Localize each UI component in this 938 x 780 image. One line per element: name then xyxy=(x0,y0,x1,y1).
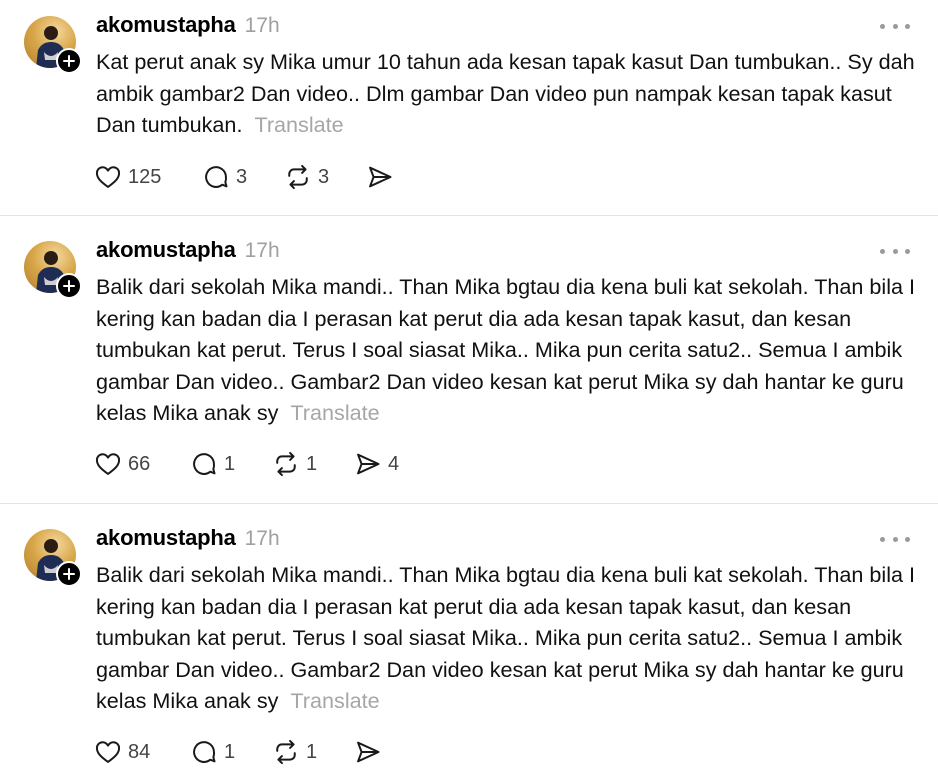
repost-count: 1 xyxy=(306,740,318,763)
post-body: Balik dari sekolah Mika mandi.. Than Mik… xyxy=(96,562,916,713)
post-text: Balik dari sekolah Mika mandi.. Than Mik… xyxy=(96,559,926,717)
heart-icon xyxy=(95,453,121,475)
repost-button[interactable]: 3 xyxy=(284,160,366,194)
username[interactable]: akomustapha xyxy=(96,525,236,551)
action-bar: 125 3 3 xyxy=(94,160,426,194)
translate-link[interactable]: Translate xyxy=(254,112,343,137)
timestamp[interactable]: 17h xyxy=(245,239,280,263)
like-button[interactable]: 84 xyxy=(94,735,190,769)
send-icon xyxy=(357,453,380,475)
more-icon[interactable] xyxy=(880,16,910,36)
like-count: 66 xyxy=(128,452,151,475)
comment-icon xyxy=(193,453,216,475)
follow-button[interactable] xyxy=(56,561,82,587)
comment-icon xyxy=(193,741,216,763)
post-header: akomustapha 17h xyxy=(96,12,280,40)
avatar-container[interactable] xyxy=(24,16,82,74)
post-body: Balik dari sekolah Mika mandi.. Than Mik… xyxy=(96,274,916,425)
repost-button[interactable]: 1 xyxy=(272,735,354,769)
timestamp[interactable]: 17h xyxy=(245,527,280,551)
more-icon[interactable] xyxy=(880,529,910,549)
post-text: Kat perut anak sy Mika umur 10 tahun ada… xyxy=(96,46,926,141)
reply-count: 3 xyxy=(236,165,248,188)
heart-icon xyxy=(95,166,121,188)
comment-icon xyxy=(205,166,228,188)
plus-icon xyxy=(63,280,75,292)
repost-icon xyxy=(288,164,308,190)
repost-count: 3 xyxy=(318,165,330,188)
like-count: 84 xyxy=(128,740,151,763)
reply-button[interactable]: 3 xyxy=(202,160,284,194)
reply-count: 1 xyxy=(224,452,236,475)
avatar-container[interactable] xyxy=(24,529,82,587)
like-button[interactable]: 125 xyxy=(94,160,202,194)
translate-link[interactable]: Translate xyxy=(290,400,379,425)
action-bar: 84 1 1 xyxy=(94,735,414,769)
repost-icon xyxy=(276,451,296,477)
like-button[interactable]: 66 xyxy=(94,447,190,481)
plus-icon xyxy=(63,568,75,580)
repost-button[interactable]: 1 xyxy=(272,447,354,481)
action-bar: 66 1 1 4 xyxy=(94,447,414,481)
thread-post: akomustapha 17h Kat perut anak sy Mika u… xyxy=(0,0,938,215)
username[interactable]: akomustapha xyxy=(96,237,236,263)
send-icon xyxy=(369,166,392,188)
translate-link[interactable]: Translate xyxy=(290,688,379,713)
reply-count: 1 xyxy=(224,740,236,763)
plus-icon xyxy=(63,55,75,67)
reply-button[interactable]: 1 xyxy=(190,735,272,769)
post-body: Kat perut anak sy Mika umur 10 tahun ada… xyxy=(96,49,915,137)
send-icon xyxy=(357,741,380,763)
thread-post: akomustapha 17h Balik dari sekolah Mika … xyxy=(0,513,938,780)
share-button[interactable] xyxy=(366,160,426,194)
post-header: akomustapha 17h xyxy=(96,525,280,553)
username[interactable]: akomustapha xyxy=(96,12,236,38)
follow-button[interactable] xyxy=(56,48,82,74)
more-icon[interactable] xyxy=(880,241,910,261)
reply-button[interactable]: 1 xyxy=(190,447,272,481)
repost-icon xyxy=(276,739,296,765)
share-count: 4 xyxy=(388,452,400,475)
share-button[interactable]: 4 xyxy=(354,447,414,481)
timestamp[interactable]: 17h xyxy=(245,14,280,38)
thread-post: akomustapha 17h Balik dari sekolah Mika … xyxy=(0,225,938,503)
share-button[interactable] xyxy=(354,735,414,769)
post-header: akomustapha 17h xyxy=(96,237,280,265)
like-count: 125 xyxy=(128,165,162,188)
repost-count: 1 xyxy=(306,452,318,475)
post-divider xyxy=(0,215,938,216)
heart-icon xyxy=(95,741,121,763)
follow-button[interactable] xyxy=(56,273,82,299)
post-divider xyxy=(0,503,938,504)
avatar-container[interactable] xyxy=(24,241,82,299)
post-text: Balik dari sekolah Mika mandi.. Than Mik… xyxy=(96,271,926,429)
